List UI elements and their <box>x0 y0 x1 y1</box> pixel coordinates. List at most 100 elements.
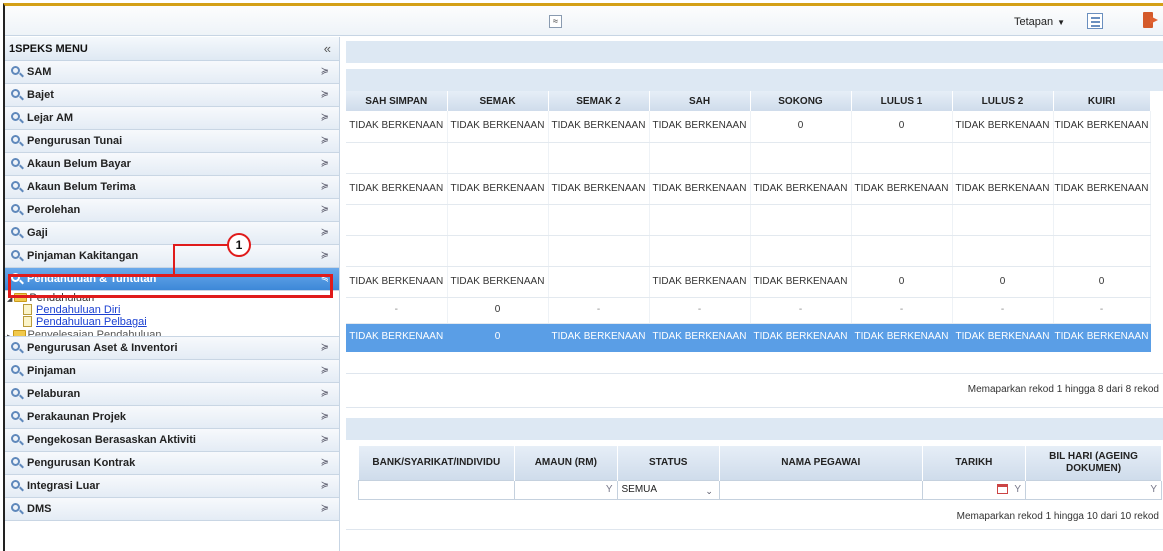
sidebar-item-akaun-belum-bayar[interactable]: Akaun Belum Bayar ≽ <box>5 153 339 176</box>
collapse-header-button[interactable]: ≈ <box>549 15 562 28</box>
column-header-bil-hari-ageing-dokumen[interactable]: BIL HARI (AGEING DOKUMEN) <box>1025 446 1162 480</box>
table-cell <box>346 204 448 236</box>
sidebar-item-integrasi-luar[interactable]: Integrasi Luar ≽ <box>5 475 339 498</box>
chevron-down-icon: ≽ <box>320 503 329 514</box>
sidebar-item-akaun-belum-terima[interactable]: Akaun Belum Terima ≽ <box>5 176 339 199</box>
tree-leaf-link[interactable]: Pendahuluan Pelbagai <box>36 316 147 328</box>
table-cell: TIDAK BERKENAAN <box>548 323 650 352</box>
sidebar-item-perakaunan-projek[interactable]: Perakaunan Projek ≽ <box>5 406 339 429</box>
chevron-down-icon: ≽ <box>320 365 329 376</box>
table-cell <box>851 235 953 267</box>
column-header-lulus-1[interactable]: LULUS 1 <box>851 91 953 111</box>
tree-leaf-pendahuluan-diri[interactable]: Pendahuluan Diri <box>23 304 120 316</box>
sidebar-item-pelaburan[interactable]: Pelaburan ≽ <box>5 383 339 406</box>
column-header-nama-pegawai[interactable]: NAMA PEGAWAI <box>719 446 923 480</box>
tree-folder-penyelesaian[interactable]: ▸ Penyelesaian Pendahuluan <box>7 329 161 336</box>
filter-icon[interactable]: Y <box>1014 484 1021 495</box>
table-row[interactable]: TIDAK BERKENAAN 0 TIDAK BERKENAAN TIDAK BER… <box>346 323 1151 352</box>
table-cell: 0 <box>851 111 953 143</box>
main-panel: SAH SIMPAN SEMAK SEMAK 2 SAH SOKONG LULUS 1 LU… <box>342 37 1163 551</box>
tree-leaf-pendahuluan-pelbagai[interactable]: Pendahuluan Pelbagai <box>23 316 147 328</box>
table-cell <box>447 235 549 267</box>
sidebar-item-label: Pengekosan Berasaskan Aktiviti <box>27 434 196 446</box>
tree-folder-pendahuluan[interactable]: ◢ Pendahuluan <box>7 292 94 304</box>
table-row[interactable]: -0------ <box>346 297 1151 324</box>
column-header-kuiri[interactable]: KUIRI <box>1053 91 1151 111</box>
search-icon <box>11 250 20 259</box>
column-header-tarikh[interactable]: TARIKH <box>922 446 1027 480</box>
chevron-down-icon: ≽ <box>320 434 329 445</box>
calendar-icon[interactable] <box>997 483 1009 494</box>
table-cell: TIDAK BERKENAAN <box>851 173 953 205</box>
sidebar-header: 1SPEKS MENU « <box>5 37 339 61</box>
filter-officer-input[interactable] <box>718 479 923 500</box>
table-row[interactable] <box>346 142 1151 174</box>
sidebar-item-lejar-am[interactable]: Lejar AM ≽ <box>5 107 339 130</box>
table-row[interactable] <box>346 204 1151 236</box>
filter-days-input[interactable]: Y <box>1025 479 1162 500</box>
search-icon <box>11 388 20 397</box>
tree-leaf-link[interactable]: Pendahuluan Diri <box>36 304 120 316</box>
divider <box>346 407 1163 408</box>
search-icon <box>11 227 20 236</box>
table-row[interactable]: TIDAK BERKENAAN TIDAK BERKENAAN TIDAK BERK… <box>346 111 1151 143</box>
chevron-down-icon: ≽ <box>320 342 329 353</box>
column-header-semak-2[interactable]: SEMAK 2 <box>548 91 650 111</box>
table-row[interactable]: TIDAK BERKENAAN TIDAK BERKENAAN TIDAK BERK… <box>346 173 1151 205</box>
table-cell: TIDAK BERKENAAN <box>346 111 448 143</box>
search-icon <box>11 204 20 213</box>
sidebar-item-pinjaman-kakitangan[interactable]: Pinjaman Kakitangan ≽ <box>5 245 339 268</box>
column-header-sokong[interactable]: SOKONG <box>750 91 852 111</box>
table-cell <box>649 235 751 267</box>
search-icon <box>11 158 20 167</box>
table-cell: TIDAK BERKENAAN <box>346 323 448 352</box>
column-header-sah[interactable]: SAH <box>649 91 751 111</box>
column-header-bank-syarikat-individu[interactable]: BANK/SYARIKAT/INDIVIDU <box>358 446 516 480</box>
filter-icon[interactable]: Y <box>1150 484 1157 495</box>
filter-icon[interactable]: Y <box>606 484 613 495</box>
sidebar-item-bajet[interactable]: Bajet ≽ <box>5 84 339 107</box>
sidebar-item-perolehan[interactable]: Perolehan ≽ <box>5 199 339 222</box>
table-cell: TIDAK BERKENAAN <box>952 323 1054 352</box>
sidebar-item-pengurusan-kontrak[interactable]: Pengurusan Kontrak ≽ <box>5 452 339 475</box>
sidebar-item-pengurusan-tunai[interactable]: Pengurusan Tunai ≽ <box>5 130 339 153</box>
list-view-icon[interactable] <box>1087 13 1103 29</box>
settings-menu[interactable]: Tetapan ▼ <box>1014 16 1065 28</box>
sidebar-item-pengekosan-berasaskan-aktiviti[interactable]: Pengekosan Berasaskan Aktiviti ≽ <box>5 429 339 452</box>
sidebar-item-label: Akaun Belum Bayar <box>27 158 131 170</box>
sidebar-item-pinjaman[interactable]: Pinjaman ≽ <box>5 360 339 383</box>
sidebar-item-label: Pengurusan Tunai <box>27 135 123 147</box>
column-header-lulus-2[interactable]: LULUS 2 <box>952 91 1054 111</box>
document-icon <box>23 304 32 315</box>
sidebar-item-pendahuluan-tuntutan[interactable]: Pendahuluan & Tuntutan ≼ <box>5 268 339 291</box>
logout-icon[interactable] <box>1143 12 1158 28</box>
table-cell <box>346 142 448 174</box>
column-header-status[interactable]: STATUS <box>617 446 720 480</box>
chevron-down-icon: ≽ <box>320 135 329 146</box>
table-cell <box>851 204 953 236</box>
column-header-sah-simpan[interactable]: SAH SIMPAN <box>346 91 448 111</box>
table-row[interactable]: TIDAK BERKENAAN TIDAK BERKENAAN TIDAK BERK… <box>346 266 1151 298</box>
chevron-down-icon: ≽ <box>320 388 329 399</box>
sidebar-item-label: Pendahuluan & Tuntutan <box>27 273 157 285</box>
collapse-sidebar-icon[interactable]: « <box>324 37 331 61</box>
filter-status-select[interactable]: SEMUA ⌄ <box>616 479 720 500</box>
filter-bank-input[interactable] <box>357 479 516 500</box>
sidebar-item-sam[interactable]: SAM ≽ <box>5 61 339 84</box>
table-cell: TIDAK BERKENAAN <box>447 111 549 143</box>
filter-date-input[interactable]: Y <box>921 479 1027 500</box>
sidebar-item-label: Akaun Belum Terima <box>27 181 136 193</box>
column-header-amaun-rm[interactable]: AMAUN (RM) <box>514 446 618 480</box>
table-cell: - <box>952 297 1054 324</box>
sidebar-item-label: Pengurusan Aset & Inventori <box>27 342 178 354</box>
chevron-down-icon: ≽ <box>320 89 329 100</box>
table-row[interactable] <box>346 235 1151 267</box>
claims-grid-pager: Memaparkan rekod 1 hingga 10 dari 10 rek… <box>956 511 1159 522</box>
document-icon <box>23 316 32 327</box>
table-cell: TIDAK BERKENAAN <box>750 266 852 298</box>
column-header-semak[interactable]: SEMAK <box>447 91 549 111</box>
sidebar-item-pengurusan-aset-inventori[interactable]: Pengurusan Aset & Inventori ≽ <box>5 337 339 360</box>
filter-amount-input[interactable]: Y <box>514 479 618 500</box>
sidebar-item-dms[interactable]: DMS ≽ <box>5 498 339 521</box>
sidebar-item-gaji[interactable]: Gaji ≽ <box>5 222 339 245</box>
